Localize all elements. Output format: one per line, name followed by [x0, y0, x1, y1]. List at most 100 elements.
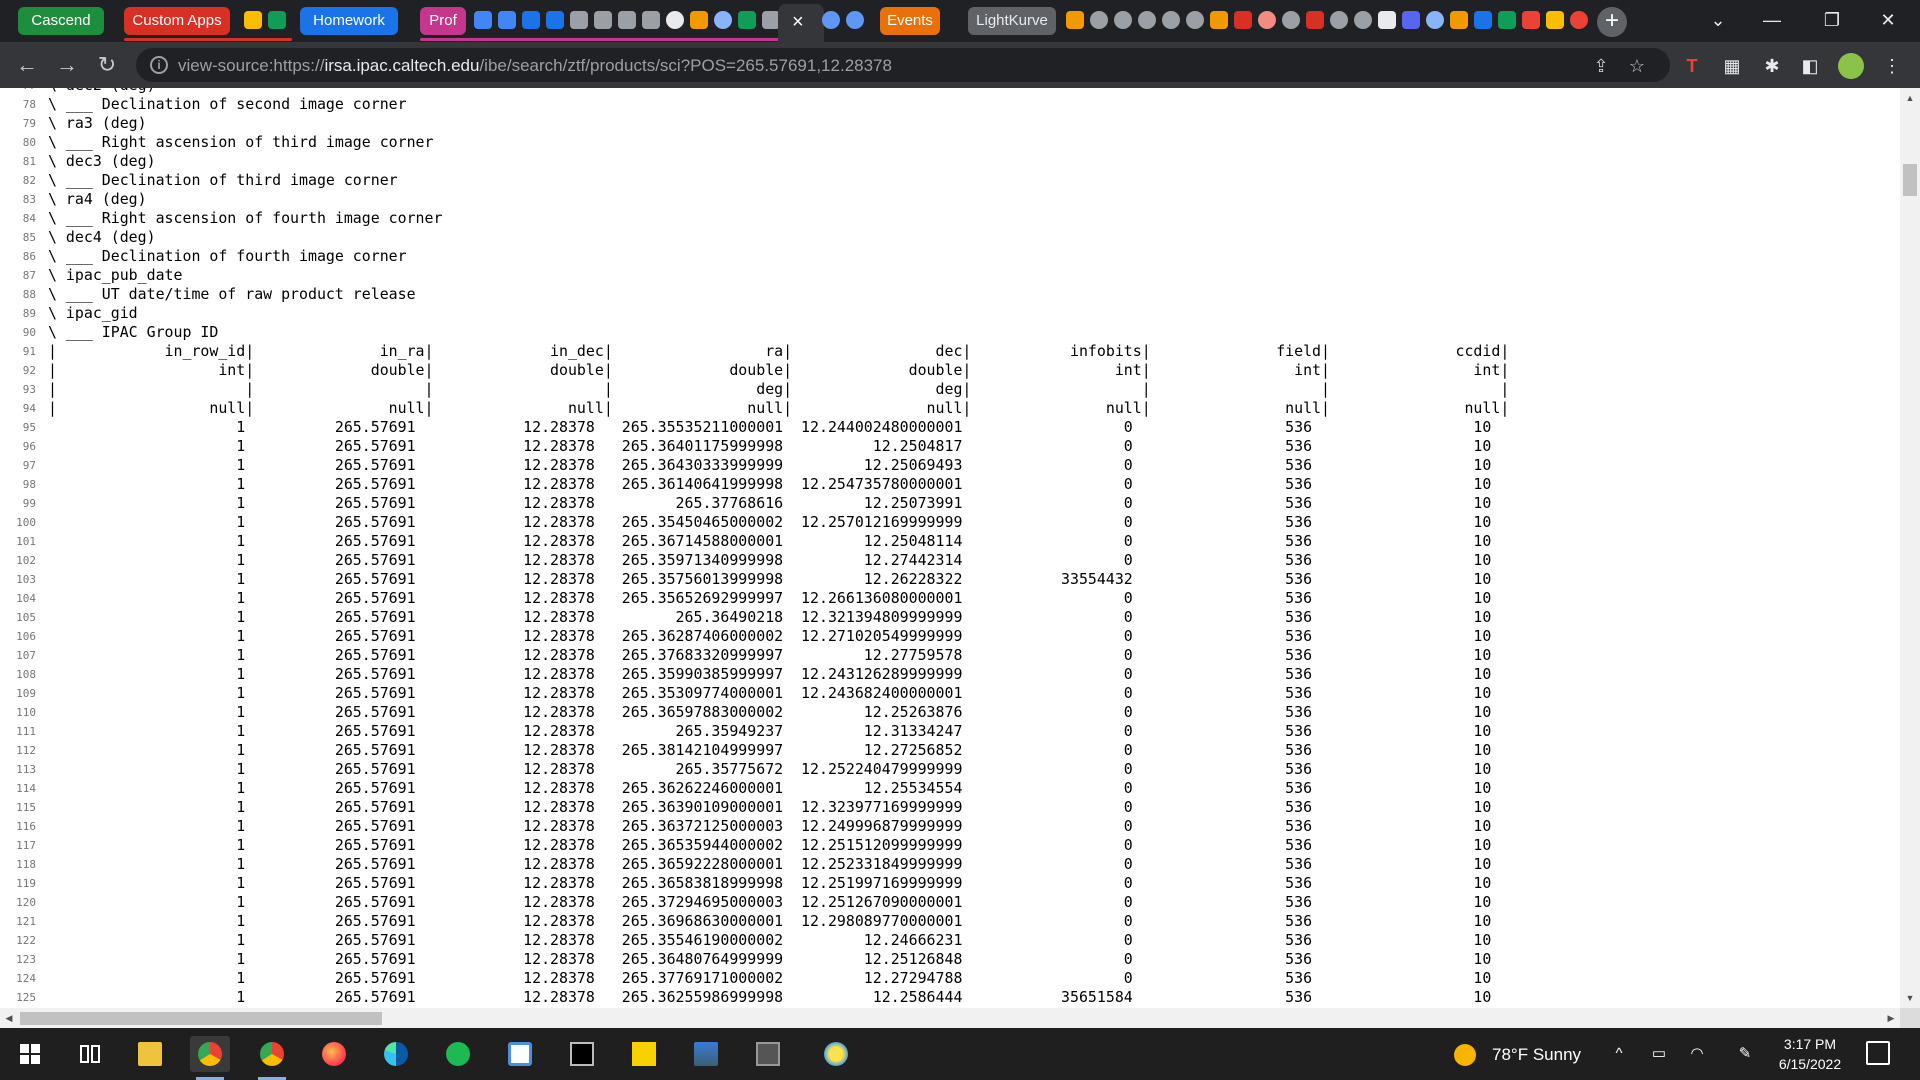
globe-icon[interactable] — [846, 11, 864, 29]
source-viewport[interactable]: 77 \ dec2 (deg) 78 \ ___ Declination of sec… — [0, 88, 1900, 1008]
close-window-button[interactable]: ✕ — [1868, 6, 1908, 34]
sheets-icon[interactable] — [268, 11, 286, 29]
orange-app-icon[interactable] — [690, 11, 708, 29]
globe-icon[interactable] — [1186, 11, 1204, 29]
taskbar-firefox[interactable] — [314, 1036, 354, 1072]
compass-icon[interactable] — [666, 11, 684, 29]
taskbar-sticky-notes[interactable] — [624, 1036, 664, 1072]
globe-icon[interactable] — [1330, 11, 1348, 29]
close-tab-icon[interactable]: × — [792, 10, 804, 34]
extensions-puzzle-icon[interactable]: ✱ — [1760, 54, 1784, 78]
gmail-icon[interactable] — [1522, 11, 1540, 29]
globe-icon[interactable] — [1090, 11, 1108, 29]
page-icon[interactable] — [642, 11, 660, 29]
bookmark-star-icon[interactable]: ☆ — [1626, 55, 1648, 77]
line-text: 1 265.57691 12.28378 265.37768616 12.250… — [48, 494, 1492, 512]
globe-icon[interactable] — [1354, 11, 1372, 29]
doc-icon[interactable] — [1474, 11, 1492, 29]
github-icon[interactable] — [1378, 11, 1396, 29]
orange-app-icon[interactable] — [1450, 11, 1468, 29]
settings-app-icon[interactable] — [1570, 11, 1588, 29]
docs-icon[interactable] — [498, 11, 516, 29]
page-icon[interactable] — [570, 11, 588, 29]
horizontal-scroll-thumb[interactable] — [20, 1012, 382, 1025]
back-button[interactable]: ← — [12, 50, 42, 80]
maximize-button[interactable]: ❐ — [1812, 6, 1852, 34]
scroll-left-arrow-icon[interactable]: ◀ — [0, 1008, 18, 1028]
extension-tp-icon[interactable]: T — [1680, 54, 1704, 78]
red-t-icon[interactable] — [1306, 11, 1324, 29]
tab-group-custom-apps[interactable]: Custom Apps — [124, 7, 230, 35]
new-tab-button[interactable]: + — [1597, 7, 1627, 37]
orange-app-icon[interactable] — [1210, 11, 1228, 29]
discord-icon[interactable] — [1402, 11, 1420, 29]
tab-search-button[interactable]: ⌄ — [1698, 6, 1738, 34]
sheets-icon[interactable] — [1498, 11, 1516, 29]
taskbar-file-explorer[interactable] — [130, 1036, 170, 1072]
line-number: 124 — [16, 972, 36, 985]
horizontal-scrollbar[interactable]: ◀ ▶ — [0, 1008, 1900, 1028]
globe-icon[interactable] — [1114, 11, 1132, 29]
line-text: \ ___ Declination of fourth image corner — [48, 247, 407, 265]
globe-icon[interactable] — [1426, 11, 1444, 29]
globe-icon[interactable] — [822, 11, 840, 29]
profile-avatar[interactable] — [1838, 53, 1864, 79]
vertical-scroll-thumb[interactable] — [1903, 164, 1917, 196]
taskbar-window[interactable] — [748, 1036, 788, 1072]
globe-icon[interactable] — [1162, 11, 1180, 29]
globe-icon[interactable] — [714, 11, 732, 29]
pen-icon[interactable]: ✎ — [1734, 1043, 1756, 1065]
taskbar-sun-app[interactable] — [816, 1036, 856, 1072]
edge-icon[interactable] — [546, 11, 564, 29]
page-icon[interactable] — [618, 11, 636, 29]
minimize-button[interactable]: — — [1752, 6, 1792, 34]
circle-app-icon[interactable] — [1258, 11, 1276, 29]
taskbar-paint[interactable] — [500, 1036, 540, 1072]
globe-icon[interactable] — [1282, 11, 1300, 29]
page-icon[interactable] — [594, 11, 612, 29]
globe-icon[interactable] — [1138, 11, 1156, 29]
scroll-right-arrow-icon[interactable]: ▶ — [1882, 1008, 1900, 1028]
tray-chevron-icon[interactable]: ^ — [1608, 1043, 1630, 1065]
task-view-button[interactable] — [70, 1036, 110, 1072]
side-panel-icon[interactable]: ◧ — [1798, 54, 1822, 78]
source-line: 100 1 265.57691 12.28378 265.35450465000… — [0, 513, 1509, 532]
drive-icon[interactable] — [244, 11, 262, 29]
site-info-icon[interactable]: i — [150, 56, 168, 74]
tab-group-events[interactable]: Events — [880, 7, 940, 35]
reload-button[interactable]: ↻ — [92, 50, 122, 80]
taskbar-terminal[interactable] — [562, 1036, 602, 1072]
taskbar-app[interactable] — [686, 1036, 726, 1072]
tab-group-lightkurve[interactable]: LightKurve — [968, 7, 1056, 35]
notification-center-icon[interactable] — [1866, 1041, 1890, 1065]
system-clock[interactable]: 3:17 PM 6/15/2022 — [1764, 1034, 1856, 1074]
wifi-icon[interactable]: ◠ — [1686, 1043, 1708, 1065]
docs-icon[interactable] — [474, 11, 492, 29]
tab-group-homework[interactable]: Homework — [300, 7, 398, 35]
address-bar[interactable]: i view-source:https://irsa.ipac.caltech.… — [136, 48, 1670, 82]
forward-button[interactable]: → — [52, 50, 82, 80]
taskbar-edge[interactable] — [376, 1036, 416, 1072]
share-icon[interactable]: ⇪ — [1590, 55, 1612, 77]
red-t-icon[interactable] — [1234, 11, 1252, 29]
battery-icon[interactable]: ▭ — [1648, 1043, 1670, 1065]
scroll-down-arrow-icon[interactable]: ▼ — [1900, 990, 1920, 1006]
extension-grid-icon[interactable]: ▦ — [1720, 54, 1744, 78]
taskbar-chrome-active[interactable] — [190, 1036, 230, 1080]
source-line: 82 \ ___ Declination of third image corne… — [0, 171, 1509, 190]
start-button[interactable] — [10, 1036, 50, 1072]
scroll-up-arrow-icon[interactable]: ▲ — [1900, 90, 1920, 106]
line-number: 112 — [16, 744, 36, 757]
sheets-icon[interactable] — [738, 11, 756, 29]
active-tab[interactable]: × — [778, 4, 824, 42]
taskbar-spotify[interactable] — [438, 1036, 478, 1072]
vertical-scrollbar[interactable]: ▲ ▼ — [1900, 88, 1920, 1008]
url-text[interactable]: view-source:https://irsa.ipac.caltech.ed… — [178, 56, 892, 76]
tab-group-prof[interactable]: Prof — [420, 7, 466, 35]
tab-group-cascend[interactable]: Cascend — [18, 7, 104, 35]
orange-app-icon[interactable] — [1066, 11, 1084, 29]
keep-icon[interactable] — [1546, 11, 1564, 29]
browser-menu-icon[interactable]: ⋮ — [1880, 54, 1904, 78]
taskbar-chrome[interactable] — [252, 1036, 292, 1080]
edge-icon[interactable] — [522, 11, 540, 29]
